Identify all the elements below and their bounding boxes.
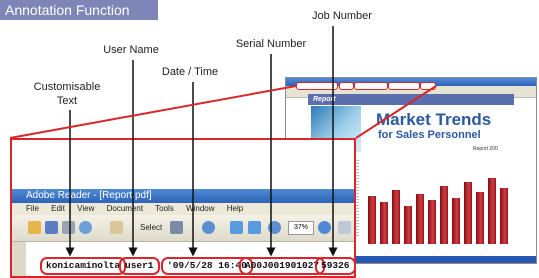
callout-lines <box>9 26 437 257</box>
zoom-line-left <box>9 85 297 139</box>
zoom-line-right <box>355 85 437 139</box>
